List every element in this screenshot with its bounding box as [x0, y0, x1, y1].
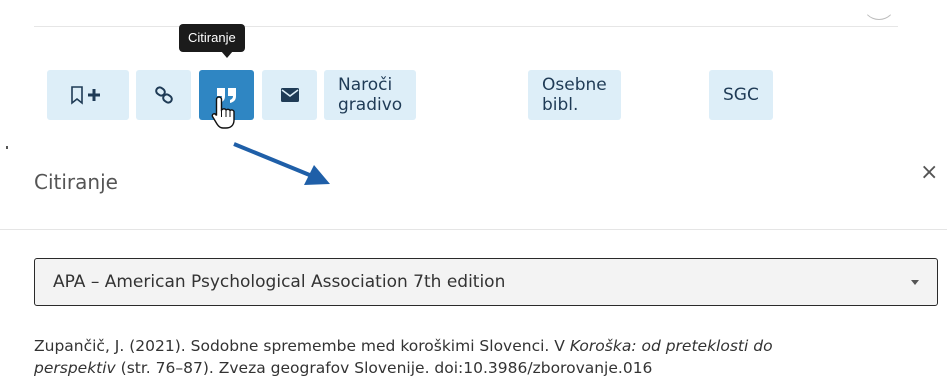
- bookmark-add-icon: [71, 86, 100, 105]
- pointer-arrow: [233, 142, 330, 185]
- email-button[interactable]: [262, 70, 317, 120]
- link-icon: [154, 86, 173, 104]
- citation-italic2: perspektiv: [34, 359, 116, 377]
- link-button[interactable]: [136, 70, 191, 120]
- sgc-button[interactable]: SGC: [709, 70, 773, 120]
- citation-style-value: APA – American Psychological Association…: [53, 272, 506, 292]
- modal-title: Citiranje: [34, 170, 118, 194]
- hand-pointer-cursor-icon: [211, 96, 235, 129]
- top-divider: [34, 26, 898, 27]
- close-icon[interactable]: ×: [920, 160, 938, 185]
- chevron-down-icon: [911, 280, 919, 285]
- stray-mark: [6, 146, 8, 149]
- order-material-button[interactable]: Naroči gradivo: [324, 70, 417, 120]
- citation-italic1: Koroška: od preteklosti do: [569, 337, 773, 355]
- citation-part2: (str. 76–87). Zveza geografov Slovenije.…: [115, 359, 653, 377]
- citation-text: Zupančič, J. (2021). Sodobne spremembe m…: [34, 335, 944, 379]
- partial-circle-icon: [862, 0, 896, 20]
- tooltip-arrow: [221, 51, 233, 58]
- modal-header-divider: [0, 229, 947, 230]
- personal-bibliography-button[interactable]: Osebne bibl.: [528, 70, 621, 120]
- tooltip-citiranje: Citiranje: [179, 24, 245, 52]
- citation-part1: Zupančič, J. (2021). Sodobne spremembe m…: [34, 337, 570, 355]
- envelope-icon: [280, 88, 299, 102]
- citation-style-select[interactable]: APA – American Psychological Association…: [34, 258, 938, 306]
- add-bookmark-button[interactable]: [47, 70, 129, 120]
